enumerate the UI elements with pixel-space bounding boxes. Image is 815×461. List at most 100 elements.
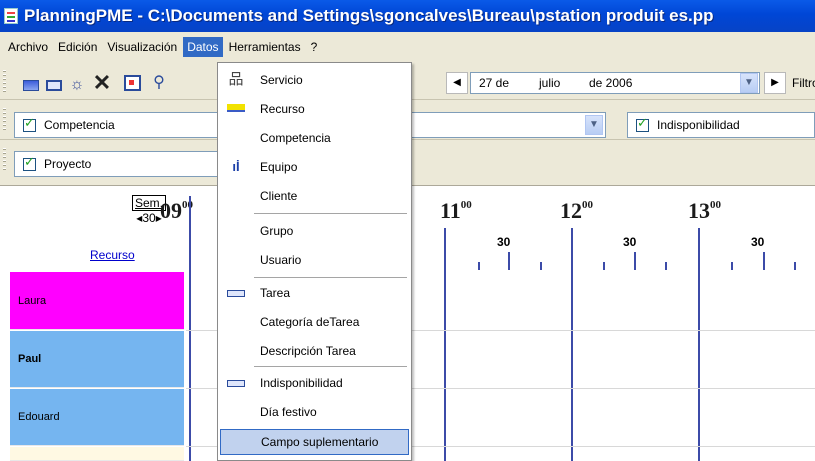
proyecto-filter[interactable]: Proyecto <box>14 151 219 177</box>
minute-value: 00 <box>710 199 721 211</box>
resource-sort-link[interactable]: Recurso <box>90 248 135 262</box>
half-hour-label: 30 <box>623 235 637 249</box>
proyecto-label: Proyecto <box>44 157 92 171</box>
resource-row-edouard[interactable]: Edouard <box>10 389 184 446</box>
proyecto-checkbox[interactable] <box>23 155 36 171</box>
indisponibilidad-filter[interactable]: Indisponibilidad <box>627 112 815 138</box>
hour-label: 1100 <box>440 198 472 224</box>
menu-item-usuario[interactable]: Usuario <box>218 247 411 273</box>
competencia-combo[interactable] <box>411 112 606 138</box>
resource-row-laura[interactable]: Laura <box>10 272 184 330</box>
resource-icon <box>227 104 245 112</box>
delete-icon[interactable]: ✕ <box>92 72 112 94</box>
menu-archivo[interactable]: Archivo <box>4 37 52 57</box>
menu-datos[interactable]: Datos <box>183 37 223 57</box>
filter-label: Filtro: <box>792 76 815 90</box>
search-icon[interactable]: ⚲ <box>149 73 169 93</box>
menu-visualizacion[interactable]: Visualización <box>103 37 181 57</box>
hour-gridline <box>571 228 573 461</box>
hour-value: 12 <box>560 198 582 223</box>
quarter-tick <box>540 262 542 270</box>
team-icon: ıİ <box>232 159 240 174</box>
menu-item-grupo[interactable]: Grupo <box>218 218 411 244</box>
menu-separator <box>254 277 407 278</box>
app-icon <box>4 8 18 24</box>
menu-item-campo-suplementario[interactable]: Campo suplementario <box>220 429 409 455</box>
menu-herramientas[interactable]: Herramientas <box>225 37 305 57</box>
next-date-button[interactable]: ▶ <box>764 72 786 94</box>
datos-menu: 品 Servicio Recurso Competencia ıİ Equipo… <box>217 62 412 461</box>
menu-item-equipo[interactable]: ıİ Equipo <box>218 154 411 180</box>
half-tick <box>508 252 510 270</box>
hour-gridline <box>698 228 700 461</box>
resource-name: Laura <box>18 294 47 307</box>
menu-help[interactable]: ? <box>307 37 322 57</box>
menu-item-label: Servicio <box>260 73 303 87</box>
menu-item-label: Día festivo <box>260 405 317 419</box>
menu-item-label: Descripción Tarea <box>260 344 356 358</box>
menu-item-label: Indisponibilidad <box>260 376 343 390</box>
half-hour-label: 30 <box>497 235 511 249</box>
date-day: 27 de <box>479 76 510 90</box>
menu-item-label: Competencia <box>260 131 331 145</box>
hour-gridline <box>444 228 446 461</box>
hour-value: 11 <box>440 198 461 223</box>
view-filled-icon[interactable] <box>23 80 39 91</box>
menu-item-competencia[interactable]: Competencia <box>218 125 411 151</box>
hour-label: 1300 <box>688 198 721 224</box>
hour-gridline <box>189 196 191 461</box>
resource-name: Edouard <box>18 411 60 423</box>
date-year: de 2006 <box>589 76 633 90</box>
menu-item-dia-festivo[interactable]: Día festivo <box>218 399 411 425</box>
resource-row-paul[interactable]: Paul <box>10 331 184 388</box>
half-tick <box>634 252 636 270</box>
menu-item-label: Cliente <box>260 189 298 203</box>
minute-value: 00 <box>182 199 193 211</box>
toolbar-grip[interactable] <box>3 108 6 130</box>
week-number: 30 <box>142 211 156 225</box>
menu-separator <box>254 213 407 214</box>
half-hour-label: 30 <box>751 235 765 249</box>
quarter-tick <box>603 262 605 270</box>
menu-edicion[interactable]: Edición <box>54 37 101 57</box>
menu-item-label: Equipo <box>260 160 298 174</box>
window-icon[interactable] <box>124 75 141 91</box>
menu-item-label: Usuario <box>260 253 302 267</box>
indisponibilidad-checkbox[interactable] <box>636 116 649 132</box>
menu-item-indisponibilidad[interactable]: Indisponibilidad <box>218 370 411 396</box>
menu-item-categoria-tarea[interactable]: Categoría deTarea <box>218 309 411 335</box>
menu-item-label: Categoría deTarea <box>260 315 360 329</box>
menu-item-tarea[interactable]: Tarea <box>218 280 411 306</box>
date-picker[interactable]: 27 de julio de 2006 <box>470 72 760 94</box>
week-value[interactable]: ◂30▸ <box>136 211 161 225</box>
org-chart-icon: 品 <box>228 71 244 88</box>
quarter-tick <box>665 262 667 270</box>
toolbar-grip[interactable] <box>3 70 6 92</box>
hour-value: 13 <box>688 198 710 223</box>
minute-value: 00 <box>582 199 593 211</box>
resource-row[interactable] <box>10 447 184 461</box>
quarter-tick <box>478 262 480 270</box>
menu-item-label: Tarea <box>260 286 291 300</box>
prev-date-button[interactable]: ◀ <box>446 72 468 94</box>
quarter-tick <box>794 262 796 270</box>
menu-bar: Archivo Edición Visualización Datos Herr… <box>0 32 815 62</box>
menu-item-descripcion-tarea[interactable]: Descripción Tarea <box>218 338 411 364</box>
competencia-filter[interactable]: Competencia <box>14 112 219 138</box>
date-month: julio <box>539 76 561 90</box>
view-outline-icon[interactable] <box>46 80 62 91</box>
competencia-checkbox[interactable] <box>23 116 36 132</box>
menu-item-servicio[interactable]: 品 Servicio <box>218 67 411 93</box>
date-dropdown-button[interactable]: ▼ <box>740 73 758 93</box>
menu-item-cliente[interactable]: Cliente <box>218 183 411 209</box>
competencia-dropdown-button[interactable]: ▼ <box>585 115 603 135</box>
settings-icon[interactable]: ☼ <box>68 76 86 94</box>
toolbar-grip[interactable] <box>3 148 6 170</box>
minute-value: 00 <box>460 199 472 211</box>
indisponibilidad-label: Indisponibilidad <box>657 118 740 132</box>
title-bar: PlanningPME - C:\Documents and Settings\… <box>0 0 815 32</box>
menu-separator <box>254 366 407 367</box>
quarter-tick <box>731 262 733 270</box>
menu-item-recurso[interactable]: Recurso <box>218 96 411 122</box>
task-icon <box>227 290 245 297</box>
